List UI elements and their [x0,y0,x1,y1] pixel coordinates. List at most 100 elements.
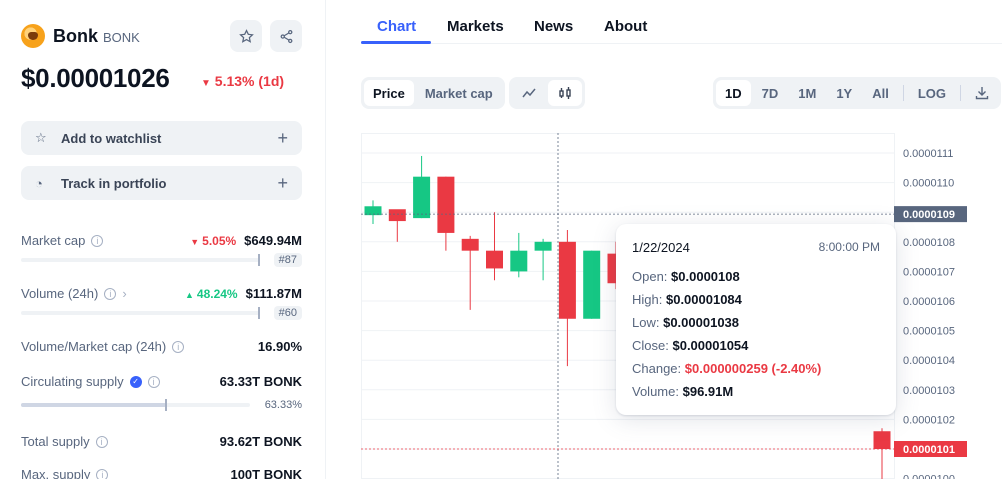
rank-track [21,254,260,266]
candle-body [461,238,479,251]
star-icon [238,28,254,43]
tooltip-volume: Volume: $96.91M [632,384,880,399]
share-button[interactable] [270,20,302,52]
market-cap-change: 5.05% [202,234,237,248]
volume-change: 48.24% [196,287,238,301]
candle-tooltip: 1/22/2024 8:00:00 PM Open: $0.0000108 Hi… [616,224,896,415]
info-icon[interactable]: i [147,375,160,388]
range-1m[interactable]: 1M [789,80,825,106]
market-cap-rank-badge: #87 [273,253,302,267]
market-cap-rank-bar: #87 [21,252,302,268]
candle-body [510,250,528,272]
tab-chart[interactable]: Chart [377,18,416,35]
tooltip-high-label: High: [632,292,663,307]
range-all[interactable]: All [863,80,898,106]
star-icon: ☆ [35,130,47,145]
star-button[interactable] [230,20,262,52]
range-1d[interactable]: 1D [716,80,751,106]
detail-tabs: Chart Markets News About [361,0,1002,44]
plus-icon: + [277,127,288,148]
tooltip-volume-label: Volume: [632,384,679,399]
info-icon[interactable]: i [104,287,117,300]
range-7d[interactable]: 7D [753,80,788,106]
market-cap-label: Market cap [21,233,86,248]
info-icon[interactable]: i [95,435,108,448]
tooltip-close: Close: $0.00001054 [632,338,880,353]
tooltip-high-value: $0.00001084 [665,292,742,307]
progress-marker [165,399,168,411]
y-tick-label: 0.0000106 [903,296,955,308]
tooltip-open: Open: $0.0000108 [632,269,880,284]
plus-icon: + [277,172,288,193]
tooltip-date: 1/22/2024 [632,240,690,255]
active-tab-indicator [361,41,431,44]
price-change-1d: ▼ 5.13% (1d) [201,73,284,89]
y-tick-label: 0.0000111 [903,148,953,160]
candlestick-chart-button[interactable] [548,80,582,106]
candle-body [558,241,576,319]
verified-check-icon: ✓ [129,375,142,388]
coin-stats-panel: Bonk BONK $0.00001026 ▼ 5.13% (1d) ☆ Add… [0,0,326,479]
tooltip-time: 8:00:00 PM [818,240,880,254]
chevron-right-icon[interactable]: › [122,286,126,301]
track-portfolio-button[interactable]: ◔ Track in portfolio + [21,166,302,200]
caret-up-icon: ▲ [184,290,194,300]
crosshair-label: 0.0000109 [903,209,955,221]
current-price-label: 0.0000101 [903,444,955,456]
volume-label: Volume (24h) [21,286,99,301]
coin-name: Bonk [53,25,98,46]
circulating-label: Circulating supply [21,374,124,389]
circulating-value: 63.33T BONK [219,374,302,389]
y-tick-label: 0.0000102 [903,414,955,426]
tooltip-high: High: $0.00001084 [632,292,880,307]
log-scale-toggle[interactable]: LOG [909,80,955,106]
rank-track [21,307,260,319]
line-chart-icon [522,88,536,98]
bonk-logo-icon [21,24,45,48]
tab-markets[interactable]: Markets [447,18,504,35]
info-icon[interactable]: i [91,234,104,247]
max-supply-label: Max. supply [21,467,91,479]
candle-body [873,431,891,449]
divider [902,85,904,101]
coin-symbol: BONK [103,30,140,45]
info-icon[interactable]: i [96,468,109,479]
progress-fill [21,403,167,407]
tooltip-open-value: $0.0000108 [671,269,740,284]
y-tick-label: 0.0000110 [903,178,954,190]
total-supply-label: Total supply [21,434,90,449]
tab-about[interactable]: About [604,18,647,35]
tooltip-change-label: Change: [632,361,682,376]
market-cap-toggle[interactable]: Market cap [416,80,502,106]
divider [960,85,962,101]
y-tick-label: 0.0000100 [903,474,955,479]
coin-price: $0.00001026 [21,63,170,93]
market-cap-row: Market cap i ▼ 5.05% $649.94M [21,233,302,248]
tooltip-change-value: $0.000000259 (-2.40%) [684,361,822,376]
rank-marker [258,254,260,266]
volume-rank-badge: #60 [273,306,302,320]
progress-track [21,399,250,411]
tooltip-change: Change: $0.000000259 (-2.40%) [632,361,880,376]
info-icon[interactable]: i [172,340,185,353]
portfolio-label: Track in portfolio [61,175,167,191]
download-button[interactable] [966,80,998,106]
candle-body [437,176,455,233]
page: Bonk BONK $0.00001026 ▼ 5.13% (1d) ☆ Add… [0,0,1002,479]
volume-rank-bar: #60 [21,305,302,321]
range-1y[interactable]: 1Y [827,80,861,106]
y-tick-label: 0.0000108 [903,237,955,249]
total-supply-value: 93.62T BONK [219,434,302,449]
line-chart-button[interactable] [512,80,546,106]
chart-type-toggle [509,77,585,109]
download-icon [975,87,989,100]
max-supply-row: Max. supply i 100T BONK [21,467,302,479]
price-change-value: 5.13% (1d) [214,73,285,89]
tab-news[interactable]: News [534,18,573,35]
price-toggle[interactable]: Price [364,80,414,106]
add-to-watchlist-button[interactable]: ☆ Add to watchlist + [21,121,302,155]
candle-body [534,241,552,251]
vol-mcap-label: Volume/Market cap (24h) [21,339,167,354]
circulating-supply-row: Circulating supply ✓ i 63.33T BONK [21,374,302,389]
vol-mcap-row: Volume/Market cap (24h) i 16.90% [21,339,302,354]
